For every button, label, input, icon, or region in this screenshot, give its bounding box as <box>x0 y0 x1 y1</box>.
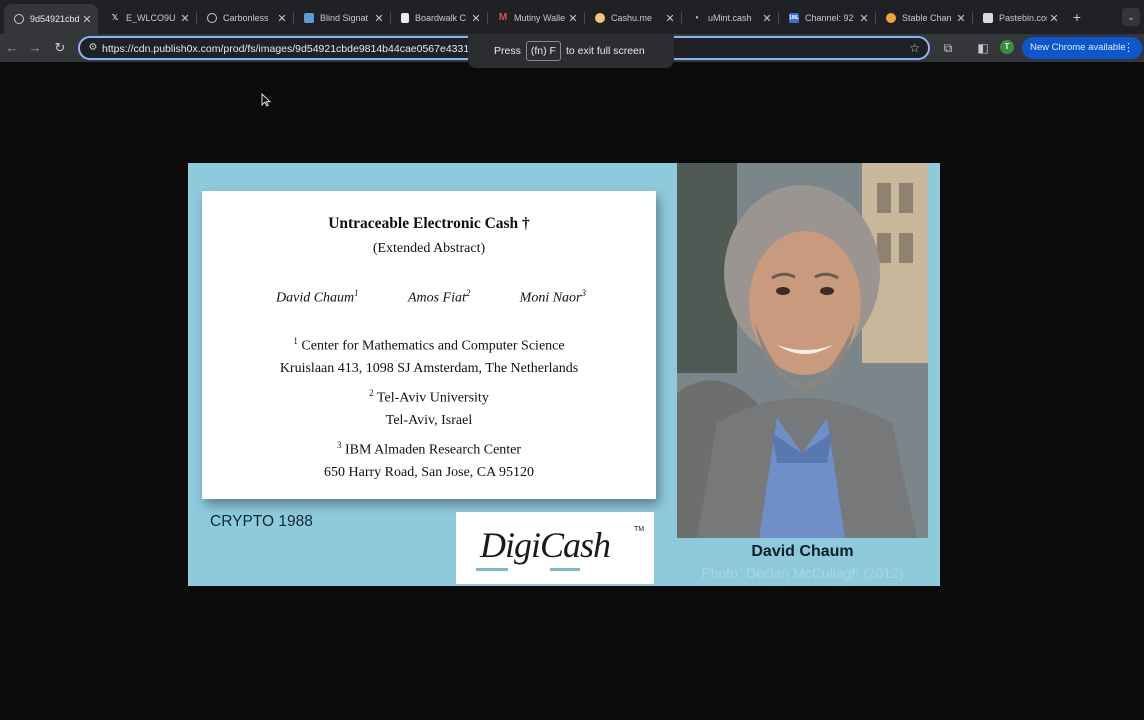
tab-title: Blind Signat <box>320 13 369 23</box>
paper-title: Untraceable Electronic Cash † <box>328 215 530 232</box>
tab[interactable]: Blind Signat ✕ <box>294 6 390 30</box>
author: David Chaum1 <box>276 288 359 306</box>
document-icon <box>401 13 409 23</box>
tab[interactable]: • uMint.cash ✕ <box>682 6 778 30</box>
reload-icon[interactable]: ↻ <box>51 39 69 57</box>
tab[interactable]: Carbonless ✕ <box>197 6 293 30</box>
tab-close-icon[interactable]: ✕ <box>857 12 871 25</box>
portrait-illustration <box>677 163 928 538</box>
site-settings-icon[interactable]: ⚙ <box>86 41 100 55</box>
hand-icon <box>595 13 605 23</box>
slide-image: Untraceable Electronic Cash † (Extended … <box>188 163 940 586</box>
affiliation-line: 2 Tel-Aviv University <box>369 388 489 406</box>
person-name-caption: David Chaum <box>751 543 854 560</box>
tab-title: Cashu.me <box>611 13 653 23</box>
1ml-icon: 1ML <box>789 13 799 23</box>
tab-title: Boardwalk C <box>415 13 467 23</box>
tab-search-chevron-icon[interactable]: ⌄ <box>1122 8 1140 26</box>
tab-title: E_WLCO9U <box>126 13 176 23</box>
back-arrow-icon[interactable]: ← <box>3 39 21 57</box>
tab-close-icon[interactable]: ✕ <box>663 12 677 25</box>
more-menu-icon[interactable]: ⋮ <box>1123 37 1134 59</box>
profile-avatar[interactable]: T <box>1000 40 1014 54</box>
notice-rest: to exit full screen <box>565 45 645 57</box>
blue-grid-icon <box>304 13 314 23</box>
side-panel-icon[interactable]: ◧ <box>975 40 991 56</box>
photo-credit-caption: Photo: Declan McCullagh (2012) <box>701 565 904 581</box>
tab[interactable]: Cashu.me ✕ <box>585 6 681 30</box>
author: Amos Fiat2 <box>407 288 471 306</box>
tab-close-icon[interactable]: ✕ <box>469 12 483 25</box>
portrait-photo <box>677 163 928 538</box>
tab-close-icon[interactable]: ✕ <box>760 12 774 25</box>
conference-label: CRYPTO 1988 <box>210 513 313 530</box>
update-label: New Chrome available <box>1030 42 1126 53</box>
tab-title: Pastebin.cor <box>999 13 1047 23</box>
mutiny-m-icon: M <box>498 12 508 23</box>
tab-title: uMint.cash <box>708 13 752 23</box>
affiliation-line: Tel-Aviv, Israel <box>385 413 473 428</box>
globe-icon <box>14 14 24 24</box>
tab-strip: 9d54921cbd ✕ 𝕏 E_WLCO9U ✕ Carbonless ✕ B… <box>0 0 1144 34</box>
tab-title: Carbonless <box>223 13 269 23</box>
paper-authors: David Chaum1 Amos Fiat2 Moni Naor3 <box>276 288 586 307</box>
tab-close-icon[interactable]: ✕ <box>275 12 289 25</box>
tab-close-icon[interactable]: ✕ <box>1047 12 1061 25</box>
tab-close-icon[interactable]: ✕ <box>178 12 192 25</box>
notice-press: Press <box>494 45 521 57</box>
paper-subtitle: (Extended Abstract) <box>372 241 486 256</box>
tab[interactable]: Pastebin.cor ✕ <box>973 6 1065 30</box>
tab-title: Mutiny Walle <box>514 13 566 23</box>
mouse-cursor-icon <box>261 93 271 107</box>
orange-coin-icon <box>886 13 896 23</box>
digicash-logo: DigiCash TM <box>456 512 654 584</box>
x-logo-icon: 𝕏 <box>111 13 119 22</box>
tab-close-icon[interactable]: ✕ <box>954 12 968 25</box>
logo-underline <box>550 568 580 571</box>
tab-title: Stable Chan <box>902 13 952 23</box>
pastebin-icon <box>983 13 993 23</box>
globe-icon <box>207 13 217 23</box>
new-tab-button[interactable]: + <box>1068 8 1086 26</box>
digicash-wordmark: DigiCash <box>480 525 611 565</box>
author: Moni Naor3 <box>519 288 586 306</box>
tab[interactable]: 1ML Channel: 92 ✕ <box>779 6 875 30</box>
tab-active[interactable]: 9d54921cbd ✕ <box>4 4 98 34</box>
paper-abstract: Untraceable Electronic Cash † (Extended … <box>202 191 656 499</box>
fullscreen-exit-notice: Press (fn) F to exit full screen <box>468 34 674 68</box>
affiliation-line: 1 Center for Mathematics and Computer Sc… <box>293 336 565 354</box>
tab[interactable]: 𝕏 E_WLCO9U ✕ <box>100 6 196 30</box>
notice-key: (fn) F <box>525 41 561 61</box>
tab[interactable]: Stable Chan ✕ <box>876 6 972 30</box>
tab-close-icon[interactable]: ✕ <box>80 13 94 26</box>
tab-close-icon[interactable]: ✕ <box>372 12 386 25</box>
tab-close-icon[interactable]: ✕ <box>566 12 580 25</box>
new-chrome-available-button[interactable]: New Chrome available ⋮ <box>1022 37 1142 59</box>
tab-title: Channel: 92 <box>805 13 854 23</box>
logo-underline <box>476 568 508 571</box>
tab-title: 9d54921cbd <box>30 14 80 24</box>
dot-icon: • <box>695 13 699 22</box>
trademark-mark: TM <box>634 526 645 533</box>
tab[interactable]: M Mutiny Walle ✕ <box>488 6 584 30</box>
affiliation-line: 3 IBM Almaden Research Center <box>336 440 522 458</box>
affiliation-line: Kruislaan 413, 1098 SJ Amsterdam, The Ne… <box>279 361 579 376</box>
tab[interactable]: Boardwalk C ✕ <box>391 6 487 30</box>
bookmark-star-icon[interactable]: ☆ <box>909 40 920 56</box>
extensions-puzzle-icon[interactable]: ⧉ <box>940 40 956 56</box>
affiliation-line: 650 Harry Road, San Jose, CA 95120 <box>324 465 534 480</box>
forward-arrow-icon[interactable]: → <box>26 39 44 57</box>
